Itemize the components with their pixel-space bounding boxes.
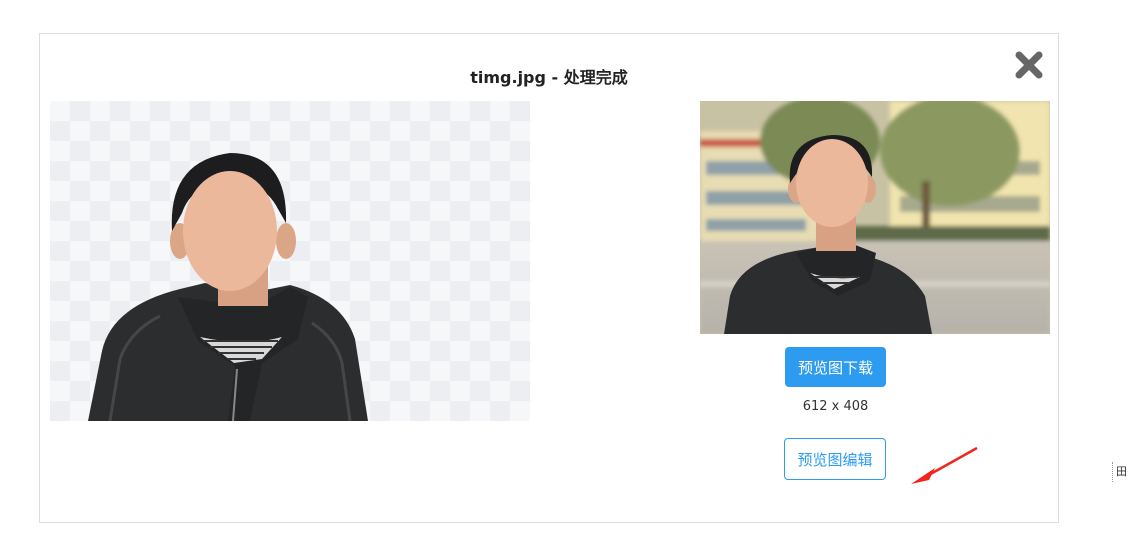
close-icon[interactable] (1014, 50, 1044, 80)
side-grid-icon[interactable]: 田 (1112, 462, 1127, 482)
dialog-title: timg.jpg - 处理完成 (470, 68, 628, 87)
red-arrow-annotation-icon (905, 444, 985, 488)
download-preview-button[interactable]: 预览图下载 (785, 347, 886, 387)
cutout-preview-image (50, 101, 530, 421)
image-dimensions: 612 x 408 (802, 399, 869, 414)
original-photo (700, 101, 1050, 334)
edit-preview-button[interactable]: 预览图编辑 (784, 438, 886, 480)
